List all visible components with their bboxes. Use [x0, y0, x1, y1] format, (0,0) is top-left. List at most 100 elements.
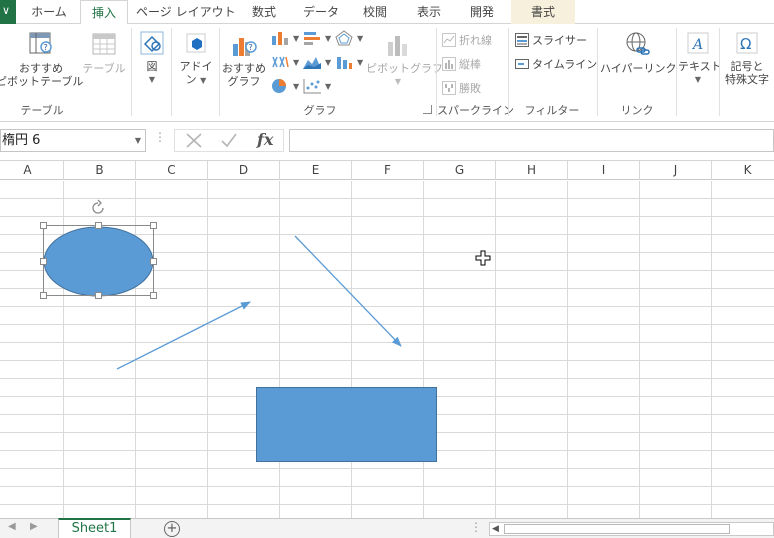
pivot-chart-icon [388, 36, 407, 56]
formula-input[interactable] [289, 129, 774, 152]
chevron-down-icon: ▼ [357, 57, 364, 67]
chart-group-launcher-icon[interactable] [423, 105, 432, 114]
table-button-label: テーブル [82, 62, 126, 75]
group-separator [676, 28, 677, 116]
table-icon [92, 33, 116, 55]
group-separator [597, 28, 598, 116]
pie-chart-button[interactable]: ▼ [270, 78, 299, 94]
sparkline-line-label: 折れ線 [459, 34, 492, 47]
svg-text:Ω: Ω [740, 35, 751, 53]
column-header-j[interactable]: J [640, 161, 712, 180]
add-sheet-button[interactable]: + [164, 521, 180, 537]
slicer-button[interactable]: スライサー [515, 32, 587, 48]
group-separator [508, 28, 509, 116]
arrow-shape-1[interactable] [116, 301, 251, 370]
cancel-icon [186, 133, 202, 148]
illustrations-button[interactable]: 図 ▼ [136, 28, 168, 86]
group-label-filter: フィルター [524, 104, 580, 117]
radar-chart-icon [335, 30, 353, 46]
column-header-h[interactable]: H [496, 161, 568, 180]
name-box[interactable]: 楕円 6 [0, 129, 146, 152]
hyperlink-button[interactable]: ハイパーリンク [600, 28, 677, 75]
drag-handle-icon[interactable]: ⋮ [154, 130, 166, 144]
scroll-sheets-left-icon[interactable]: ◀ [8, 521, 16, 532]
rotate-handle-icon[interactable] [92, 199, 104, 214]
addins-button[interactable]: アドイ ン ▼ [176, 28, 216, 87]
chevron-down-icon: ▼ [293, 57, 300, 67]
tab-data[interactable]: データ [298, 0, 344, 24]
chevron-down-icon: ▼ [357, 33, 364, 43]
column-header-f[interactable]: F [352, 161, 424, 180]
radar-chart-button[interactable]: ▼ [334, 30, 363, 46]
column-header-i[interactable]: I [568, 161, 640, 180]
recommended-pivot-button[interactable]: ? おすすめ ピボットテーブル [0, 28, 83, 88]
tab-page-layout[interactable]: ページ レイアウト [136, 0, 236, 24]
column-header-k[interactable]: K [712, 161, 774, 180]
scatter-chart-button[interactable]: ▼ [302, 78, 331, 94]
pivot-chart-button[interactable]: ピボットグラフ ▼ [366, 28, 443, 88]
column-chart-icon [272, 32, 288, 45]
area-chart-button[interactable]: ▼ [302, 54, 331, 70]
sheet-tab-sheet1[interactable]: Sheet1 [58, 518, 131, 538]
chevron-down-icon: ▼ [325, 33, 332, 43]
column-header-a[interactable]: A [0, 161, 64, 180]
sparkline-winloss-button[interactable]: 勝敗 [442, 80, 481, 96]
horizontal-scrollbar[interactable]: ◀ [489, 522, 774, 536]
tab-insert[interactable]: 挿入 [80, 0, 128, 25]
drag-handle-icon[interactable]: ⋮ [470, 520, 482, 534]
recommended-chart-label-1: おすすめ [222, 62, 266, 75]
insert-function-button[interactable]: fx [257, 130, 273, 149]
ribbon-tab-bar: ∨ ホーム 挿入 ページ レイアウト 数式 データ 校閲 表示 開発 書式 [0, 0, 774, 25]
scroll-left-icon[interactable]: ◀ [492, 523, 499, 535]
sparkline-line-button[interactable]: 折れ線 [442, 32, 492, 48]
omega-icon: Ω [736, 32, 758, 54]
tab-review[interactable]: 校閲 [355, 0, 395, 24]
sparkline-winloss-label: 勝敗 [459, 82, 481, 95]
sparkline-winloss-icon [442, 81, 456, 95]
column-header-b[interactable]: B [64, 161, 136, 180]
table-button[interactable]: テーブル [82, 28, 126, 75]
sparkline-column-button[interactable]: 縦棒 [442, 56, 481, 72]
file-tab[interactable]: ∨ [0, 0, 16, 24]
column-header-e[interactable]: E [280, 161, 352, 180]
stock-chart-button[interactable]: ▼ [334, 54, 363, 70]
chevron-down-icon[interactable]: ▼ [130, 129, 146, 152]
scrollbar-thumb[interactable] [504, 524, 730, 534]
hierarchy-chart-button[interactable]: ▼ [270, 54, 299, 70]
recommended-chart-label-2: グラフ [227, 75, 261, 88]
column-header-g[interactable]: G [424, 161, 496, 180]
svg-text:?: ? [44, 43, 48, 52]
symbols-button[interactable]: Ω 記号と 特殊文字 [720, 28, 774, 86]
chevron-down-icon: ▼ [293, 81, 300, 91]
formula-bar: 楕円 6 ▼ ⋮ fx [0, 126, 774, 156]
text-button-label: テキスト [678, 60, 722, 73]
timeline-button[interactable]: タイムライン [515, 56, 597, 72]
slicer-label: スライサー [532, 34, 587, 47]
tab-format[interactable]: 書式 [511, 0, 575, 24]
cell-grid[interactable] [0, 181, 774, 518]
ellipse-shape-selected[interactable] [40, 199, 157, 299]
tab-developer[interactable]: 開発 [462, 0, 502, 24]
ellipse-shape[interactable] [43, 226, 154, 297]
bar-chart-button[interactable]: ▼ [302, 30, 331, 46]
recommended-chart-button[interactable]: ? おすすめ グラフ [222, 28, 266, 88]
column-chart-button[interactable]: ▼ [270, 30, 299, 46]
rectangle-shape[interactable] [256, 387, 437, 462]
waterfall-chart-icon [272, 56, 289, 68]
tab-view[interactable]: 表示 [409, 0, 449, 24]
addins-icon [186, 33, 206, 53]
column-header-c[interactable]: C [136, 161, 208, 180]
tab-formulas[interactable]: 数式 [244, 0, 284, 24]
chevron-down-icon: ▼ [325, 81, 332, 91]
ribbon: ? おすすめ ピボットテーブル テーブル テーブル 図 ▼ アドイ ン ▼ ? … [0, 24, 774, 122]
grid-canvas [0, 181, 774, 518]
enter-check-icon [221, 133, 237, 148]
tab-home[interactable]: ホーム [24, 0, 74, 24]
text-button[interactable]: A テキスト ▼ [678, 28, 722, 86]
column-header-d[interactable]: D [208, 161, 280, 180]
scatter-chart-icon [303, 79, 321, 94]
slicer-icon [515, 33, 529, 47]
group-label-table: テーブル [20, 104, 64, 117]
scroll-sheets-right-icon[interactable]: ▶ [30, 521, 38, 532]
pivot-chart-label: ピボットグラフ [366, 62, 443, 75]
